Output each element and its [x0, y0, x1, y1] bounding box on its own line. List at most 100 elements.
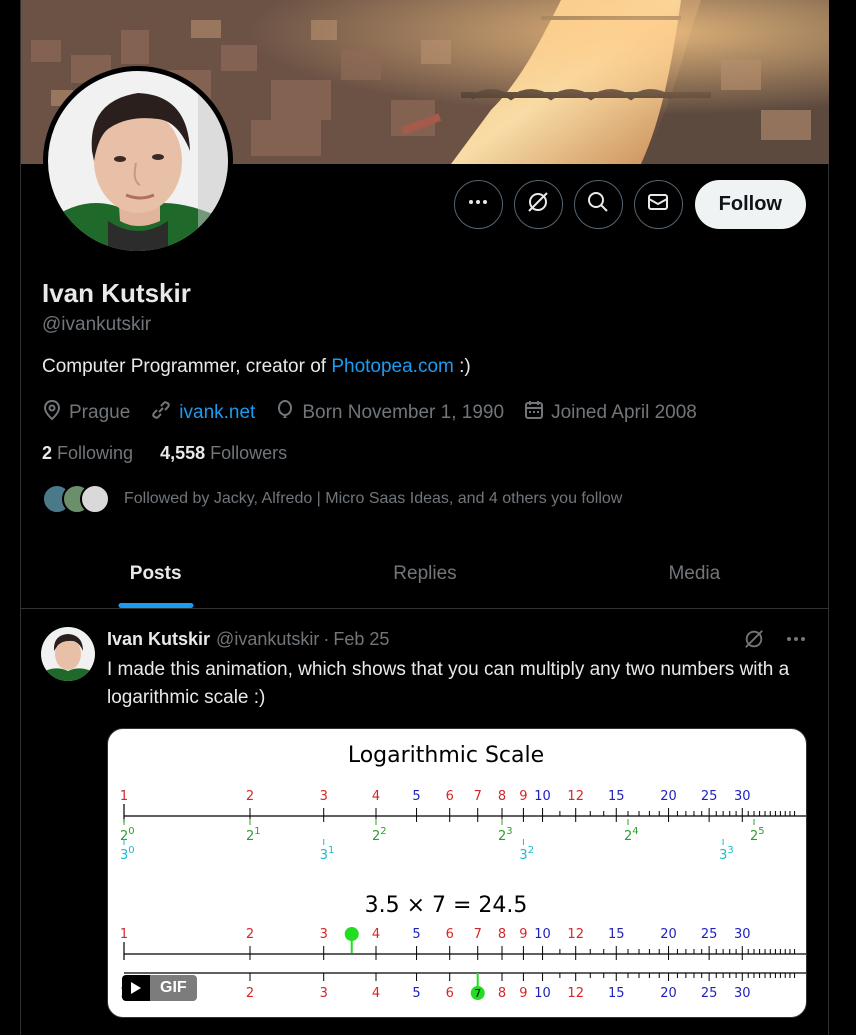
- profile-avatar[interactable]: [43, 66, 233, 256]
- birthday-text: Born November 1, 1990: [302, 402, 505, 423]
- tab-media[interactable]: Media: [560, 540, 829, 608]
- post-media-gif[interactable]: Logarithmic Scale 1 2 3 4 5 6 7 8 9 10 12 15 20 25 30 20…: [107, 728, 807, 1018]
- grok-button[interactable]: [513, 180, 563, 229]
- profile-handle: @ivankutskir: [42, 314, 152, 335]
- bottom-ruler-tick-label: 10: [534, 986, 551, 1001]
- message-icon: [646, 190, 670, 219]
- gif-badge[interactable]: GIF: [122, 975, 197, 1001]
- top-ruler-tick-label: 2: [246, 789, 254, 804]
- post-header: Ivan Kutskir @ivankutskir · Feb 25: [107, 629, 389, 650]
- joined-text: Joined April 2008: [551, 402, 697, 423]
- followers-count-link[interactable]: 4,558 Followers: [160, 443, 287, 464]
- bottom-ruler-tick-label: 2: [246, 986, 254, 1001]
- calendar-icon: [524, 399, 551, 427]
- marker-b-label: 7: [474, 987, 481, 1000]
- bio-text: Computer Programmer, creator of: [42, 356, 332, 377]
- post-actions-top: [743, 628, 807, 655]
- power-of-three-label: 30: [120, 845, 135, 863]
- bio-link[interactable]: Photopea.com: [331, 356, 454, 377]
- top-ruler-tick-label: 4: [372, 789, 380, 804]
- post[interactable]: Ivan Kutskir @ivankutskir · Feb 25 I mad…: [21, 610, 829, 1035]
- bottom-ruler-tick-label: 5: [412, 986, 420, 1001]
- power-of-two-label: 21: [246, 826, 261, 844]
- power-of-two-label: 24: [624, 826, 639, 844]
- link-icon: [150, 399, 179, 427]
- log-scale-animation: Logarithmic Scale1 2 3 4 5 6 7 8 9 10 12 15 20 25 3020…: [120, 743, 806, 1001]
- grok-icon: [526, 190, 550, 219]
- followed-by[interactable]: Followed by Jacky, Alfredo | Micro Saas …: [42, 484, 622, 514]
- follow-button[interactable]: Follow: [694, 180, 806, 229]
- middle-ruler-tick-label: 25: [701, 927, 718, 942]
- website-link[interactable]: ivank.net: [179, 402, 255, 424]
- middle-ruler-tick-label: 8: [498, 927, 506, 942]
- middle-ruler-tick-label: 5: [412, 927, 420, 942]
- middle-ruler-tick-label: 12: [567, 927, 584, 942]
- bottom-ruler-tick-label: 9: [519, 986, 527, 1001]
- marker-a: [344, 927, 359, 941]
- top-ruler-tick-label: 6: [446, 789, 454, 804]
- top-ruler-tick-label: 9: [519, 789, 527, 804]
- power-of-two-label: 20: [120, 826, 135, 844]
- followers-label: Followers: [210, 443, 288, 463]
- post-author-name[interactable]: Ivan Kutskir: [107, 629, 210, 650]
- play-icon[interactable]: [122, 975, 150, 1001]
- more-button[interactable]: [453, 180, 503, 229]
- power-of-two-label: 23: [498, 826, 513, 844]
- bottom-ruler-tick-label: 20: [660, 986, 677, 1001]
- profile-actions: Follow: [453, 180, 806, 229]
- bottom-ruler-tick-label: 12: [567, 986, 584, 1001]
- bottom-ruler-tick-label: 8: [498, 986, 506, 1001]
- middle-ruler-tick-label: 1: [120, 927, 128, 942]
- message-button[interactable]: [633, 180, 683, 229]
- profile-bio: Computer Programmer, creator of Photopea…: [42, 356, 471, 378]
- post-text: I made this animation, which shows that …: [107, 659, 790, 708]
- followers-count: 4,558: [160, 443, 206, 463]
- bottom-ruler-tick-label: 15: [608, 986, 625, 1001]
- top-ruler-tick-label: 7: [474, 789, 482, 804]
- middle-ruler-tick-label: 15: [608, 927, 625, 942]
- post-avatar[interactable]: [41, 627, 95, 681]
- more-icon: [467, 191, 489, 218]
- top-ruler-tick-label: 5: [412, 789, 420, 804]
- following-count-link[interactable]: 2 Following: [42, 443, 133, 464]
- tab-posts[interactable]: Posts: [21, 540, 290, 608]
- top-ruler-tick-label: 8: [498, 789, 506, 804]
- bottom-ruler-tick-label: 30: [734, 986, 751, 1001]
- following-label: Following: [57, 443, 134, 463]
- profile-tabs: Posts Replies Media: [21, 540, 829, 609]
- tab-replies[interactable]: Replies: [290, 540, 559, 608]
- chart-title: Logarithmic Scale: [348, 743, 544, 768]
- tab-label: Media: [668, 563, 721, 584]
- top-ruler-tick-label: 10: [534, 789, 551, 804]
- post-author-handle[interactable]: @ivankutskir: [216, 629, 319, 650]
- follow-counts: 2 Following 4,558 Followers: [42, 443, 314, 464]
- middle-ruler-tick-label: 10: [534, 927, 551, 942]
- grok-icon[interactable]: [743, 628, 765, 655]
- profile-column: Follow Ivan Kutskir @ivankutskir Compute…: [20, 0, 829, 1035]
- location-text: Prague: [69, 402, 131, 423]
- top-ruler-tick-label: 25: [701, 789, 718, 804]
- post-date[interactable]: Feb 25: [333, 629, 389, 650]
- equation-label: 3.5 × 7 = 24.5: [365, 893, 528, 918]
- follower-avatar: [80, 484, 110, 514]
- search-button[interactable]: [573, 180, 623, 229]
- profile-name: Ivan Kutskir: [42, 278, 191, 308]
- location-icon: [42, 399, 69, 427]
- top-ruler-tick-label: 3: [320, 789, 328, 804]
- tab-label: Replies: [393, 563, 457, 584]
- power-of-three-label: 32: [519, 845, 534, 863]
- bottom-ruler-tick-label: 4: [372, 986, 380, 1001]
- power-of-three-label: 31: [320, 845, 335, 863]
- location-item: Prague: [42, 399, 130, 427]
- power-of-two-label: 22: [372, 826, 387, 844]
- post-separator: ·: [323, 629, 330, 649]
- top-ruler-tick-label: 12: [567, 789, 584, 804]
- top-ruler-tick-label: 1: [120, 789, 128, 804]
- middle-ruler-tick-label: 2: [246, 927, 254, 942]
- more-icon[interactable]: [785, 628, 807, 655]
- search-icon: [586, 190, 610, 219]
- balloon-icon: [275, 399, 302, 427]
- profile-meta: Prague ivank.net Born November 1, 1990 J…: [42, 399, 717, 427]
- birthday-item: Born November 1, 1990: [275, 399, 504, 427]
- gif-label: GIF: [150, 975, 197, 1001]
